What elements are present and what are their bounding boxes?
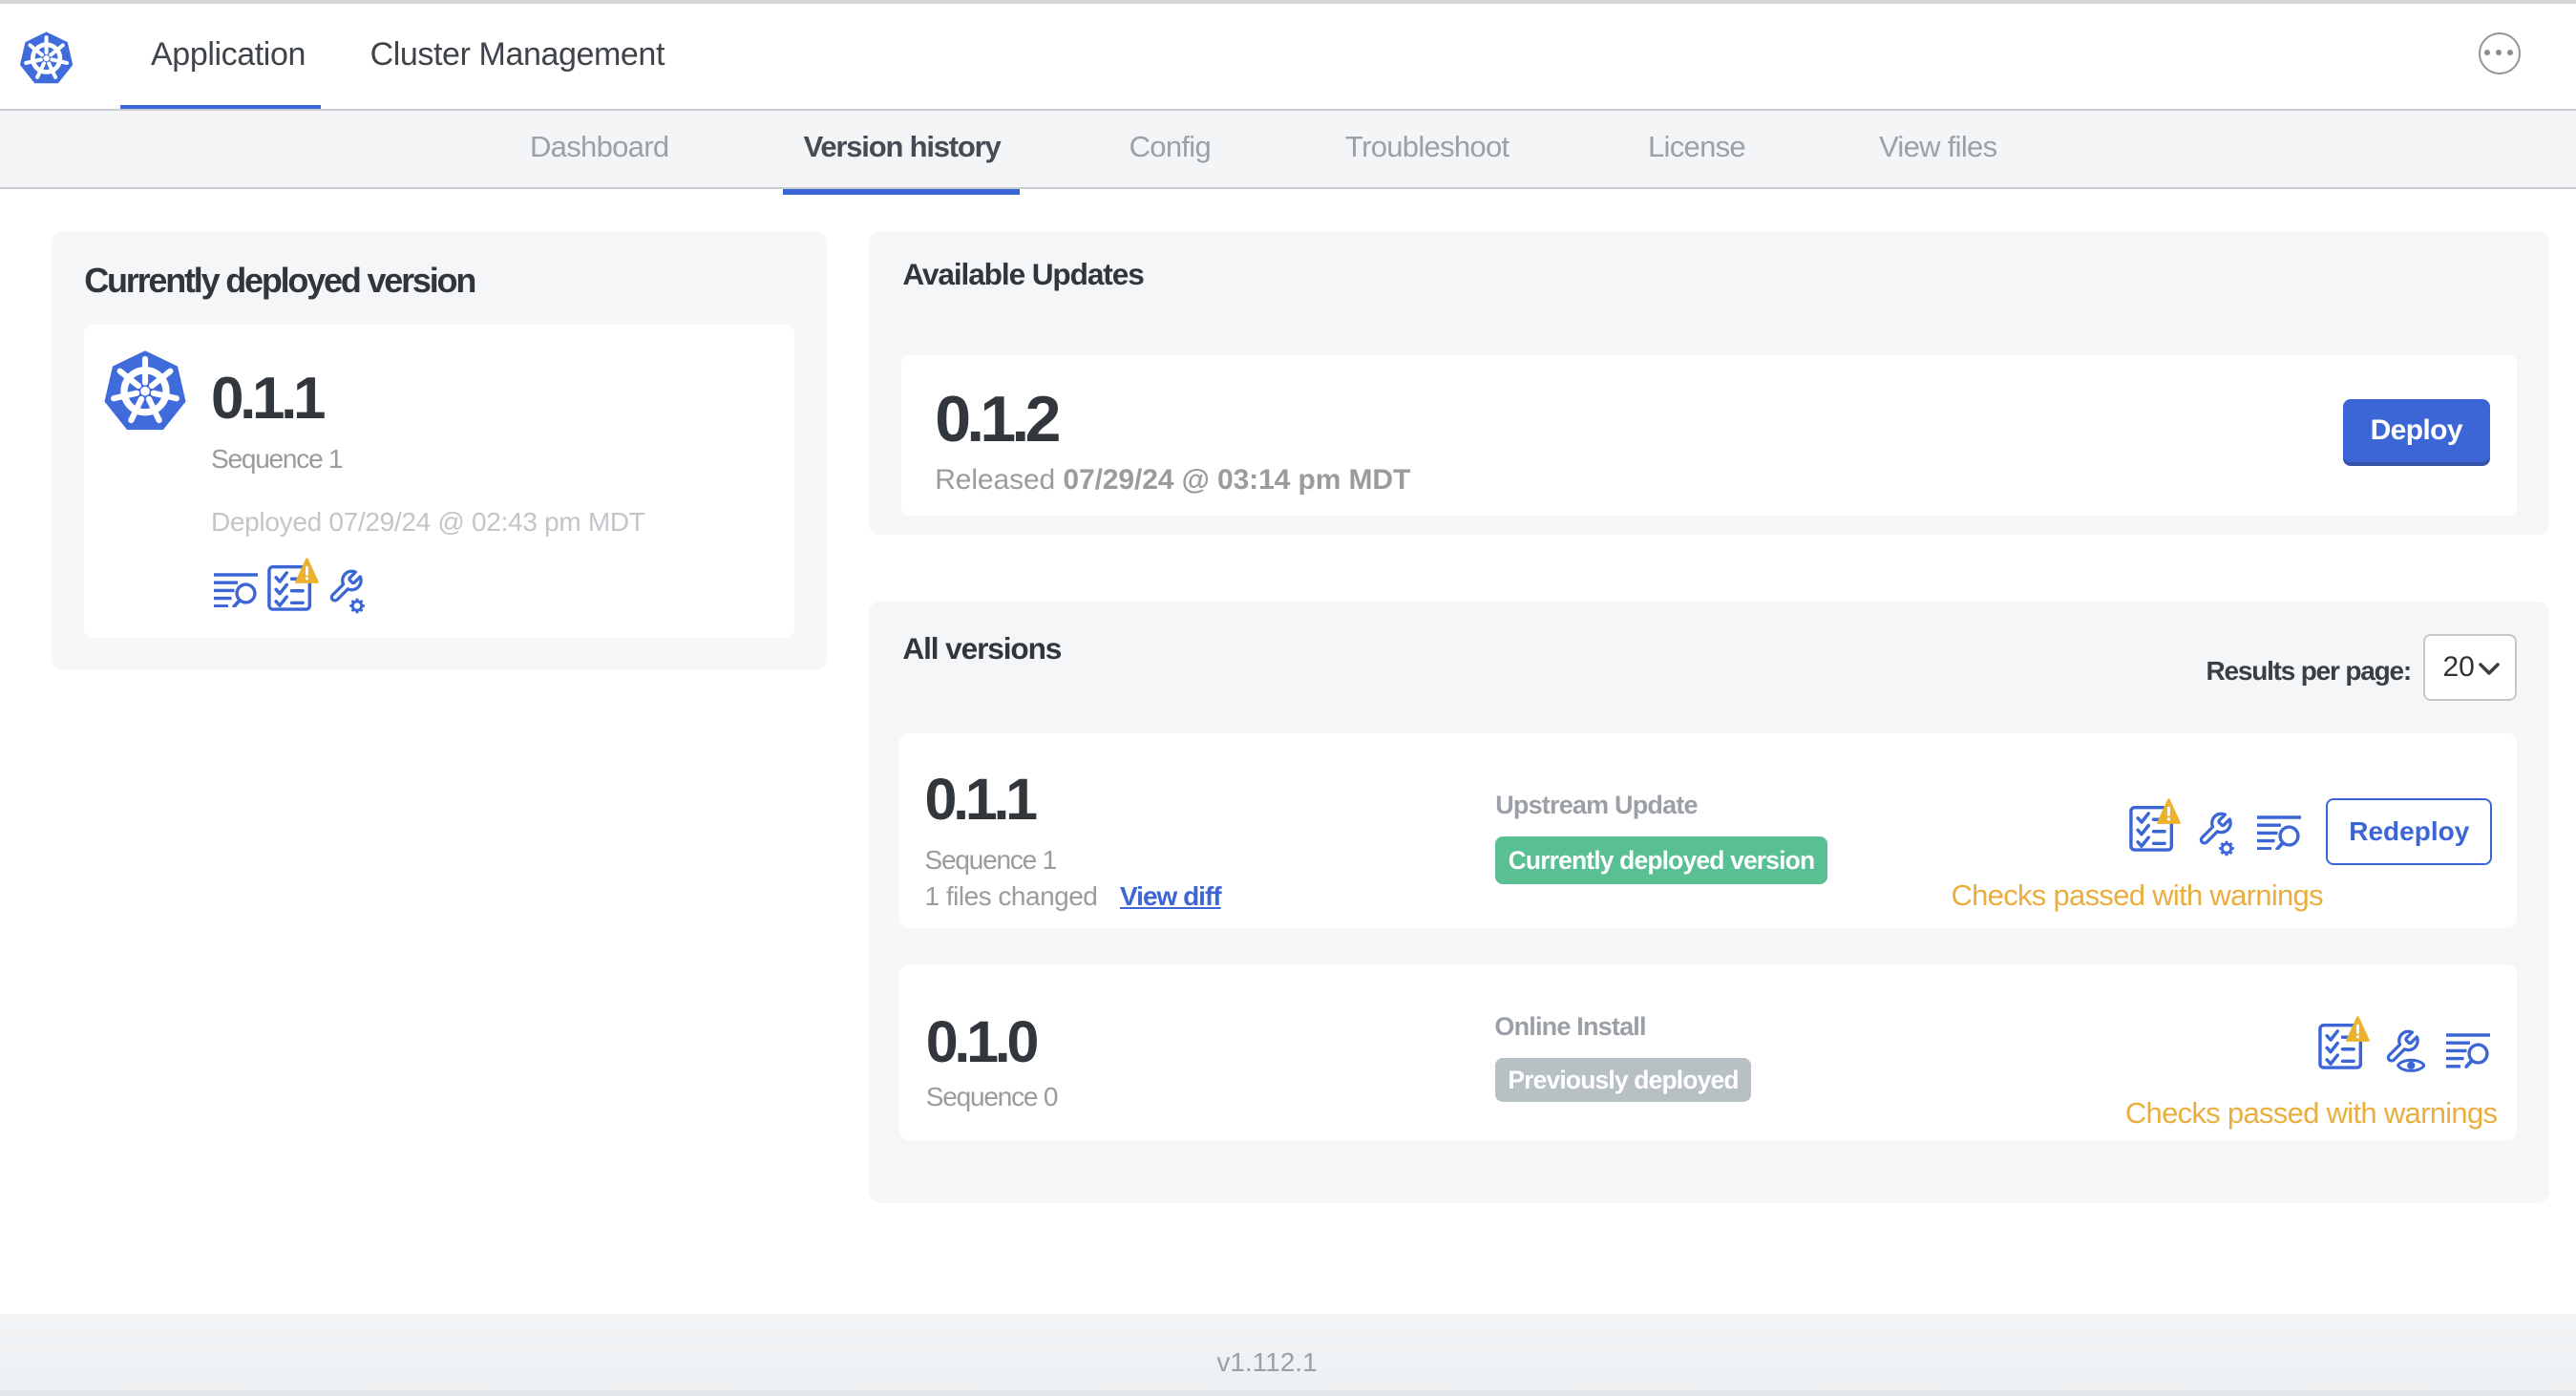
redeploy-button[interactable]: Redeploy xyxy=(2326,798,2492,865)
current-version-number: 0.1.1 xyxy=(210,364,327,432)
results-per-page-label: Results per page: xyxy=(2206,654,2412,686)
row-source-label: Online Install xyxy=(1494,1011,1646,1041)
page-footer: v1.112.1 xyxy=(0,1314,2576,1396)
app-header: Application Cluster Management xyxy=(0,4,2576,112)
view-config-icon[interactable] xyxy=(2380,1026,2424,1075)
currently-deployed-section: Currently deployed version 0.1.1 Sequenc… xyxy=(52,230,828,670)
tab-application[interactable]: Application xyxy=(119,4,322,112)
row-version-number: 0.1.0 xyxy=(925,1010,1040,1076)
preflight-checks-warning-icon[interactable] xyxy=(267,556,319,614)
results-per-page-value: 20 xyxy=(2442,651,2475,685)
preflight-checks-warning-icon[interactable] xyxy=(2317,1015,2369,1073)
kubernetes-logo-icon xyxy=(19,31,74,83)
currently-deployed-card: 0.1.1 Sequence 1 Deployed 07/29/24 @ 02:… xyxy=(84,324,795,639)
available-updates-heading: Available Updates xyxy=(902,259,1144,292)
subnav-tab-version-history-label: Version history xyxy=(803,131,1002,164)
view-diff-link[interactable]: View diff xyxy=(1120,880,1222,911)
gear-overlay xyxy=(348,596,368,616)
current-version-sequence: Sequence 1 xyxy=(210,442,344,474)
tab-cluster-management[interactable]: Cluster Management xyxy=(370,4,665,108)
status-badge-currently-deployed: Currently deployed version xyxy=(1494,835,1828,885)
all-versions-heading: All versions xyxy=(902,634,1062,667)
all-versions-section: All versions Results per page: 20 0.1.1 … xyxy=(869,602,2549,1204)
row-version-number: 0.1.1 xyxy=(924,768,1039,834)
app-subnav: Dashboard Version history Config Trouble… xyxy=(0,108,2576,196)
subnav-tab-license[interactable]: License xyxy=(1648,110,1746,187)
subnav-tab-license-label: License xyxy=(1648,131,1746,164)
deploy-button[interactable]: Deploy xyxy=(2342,398,2491,462)
row-sequence-label: Sequence 1 xyxy=(924,844,1058,876)
results-per-page-select[interactable]: 20 xyxy=(2423,634,2518,701)
preflight-checks-warning-icon[interactable] xyxy=(2128,797,2180,856)
row-source-label: Upstream Update xyxy=(1495,790,1698,819)
version-row-0-1-1: 0.1.1 Sequence 1 1 files changed View di… xyxy=(899,733,2517,929)
edit-config-icon[interactable] xyxy=(2194,810,2236,858)
subnav-tab-dashboard[interactable]: Dashboard xyxy=(530,110,669,187)
update-released-timestamp: Released 07/29/24 @ 03:14 pm MDT xyxy=(935,465,1410,497)
ellipsis-dot xyxy=(2506,50,2513,55)
current-version-deployed-timestamp: Deployed 07/29/24 @ 02:43 pm MDT xyxy=(210,505,645,537)
view-diff-icon[interactable] xyxy=(2256,815,2301,851)
status-badge-previously-deployed: Previously deployed xyxy=(1494,1057,1752,1103)
subnav-tab-dashboard-label: Dashboard xyxy=(530,131,669,164)
subnav-tab-troubleshoot-label: Troubleshoot xyxy=(1345,131,1510,164)
window-bottom-strip xyxy=(0,1390,2576,1396)
subnav-tab-troubleshoot[interactable]: Troubleshoot xyxy=(1345,110,1510,187)
row-files-changed-label: 1 files changed xyxy=(924,880,1098,912)
view-diff-icon[interactable] xyxy=(2446,1033,2491,1068)
released-prefix: Released xyxy=(935,464,1056,497)
page: Application Cluster Management Dashboard… xyxy=(0,0,2576,1396)
app-logo-kubernetes-icon xyxy=(105,349,187,430)
subnav-tab-view-files-label: View files xyxy=(1879,131,1997,164)
tab-application-label: Application xyxy=(151,36,306,74)
ellipsis-dot xyxy=(2496,50,2502,55)
released-value: 07/29/24 @ 03:14 pm MDT xyxy=(1063,464,1411,497)
subnav-tab-version-history[interactable]: Version history xyxy=(803,110,1002,187)
currently-deployed-heading: Currently deployed version xyxy=(84,261,476,300)
eye-overlay xyxy=(2395,1053,2424,1075)
subnav-tab-config[interactable]: Config xyxy=(1129,110,1212,187)
available-updates-section: Available Updates 0.1.2 Released 07/29/2… xyxy=(869,230,2549,536)
checks-passed-warnings-link[interactable]: Checks passed with warnings xyxy=(2125,1098,2498,1132)
checks-passed-warnings-link[interactable]: Checks passed with warnings xyxy=(1951,879,2323,914)
subnav-active-indicator xyxy=(782,188,1020,196)
update-version-number: 0.1.2 xyxy=(935,383,1061,456)
view-diff-icon[interactable] xyxy=(213,573,259,608)
chevron-down-icon xyxy=(2479,664,2500,676)
edit-config-icon[interactable] xyxy=(326,567,368,616)
ellipsis-dot xyxy=(2484,50,2491,55)
subnav-tab-view-files[interactable]: View files xyxy=(1879,110,1997,187)
subnav-tab-config-label: Config xyxy=(1129,131,1212,164)
row-sequence-label: Sequence 0 xyxy=(925,1080,1059,1111)
ellipsis-menu-button[interactable] xyxy=(2478,32,2520,74)
version-row-0-1-0: 0.1.0 Sequence 0 Online Install Previous… xyxy=(899,964,2517,1140)
console-version-label: v1.112.1 xyxy=(1216,1345,1318,1376)
tab-cluster-management-label: Cluster Management xyxy=(370,36,665,74)
available-update-card: 0.1.2 Released 07/29/24 @ 03:14 pm MDT D… xyxy=(900,355,2518,516)
